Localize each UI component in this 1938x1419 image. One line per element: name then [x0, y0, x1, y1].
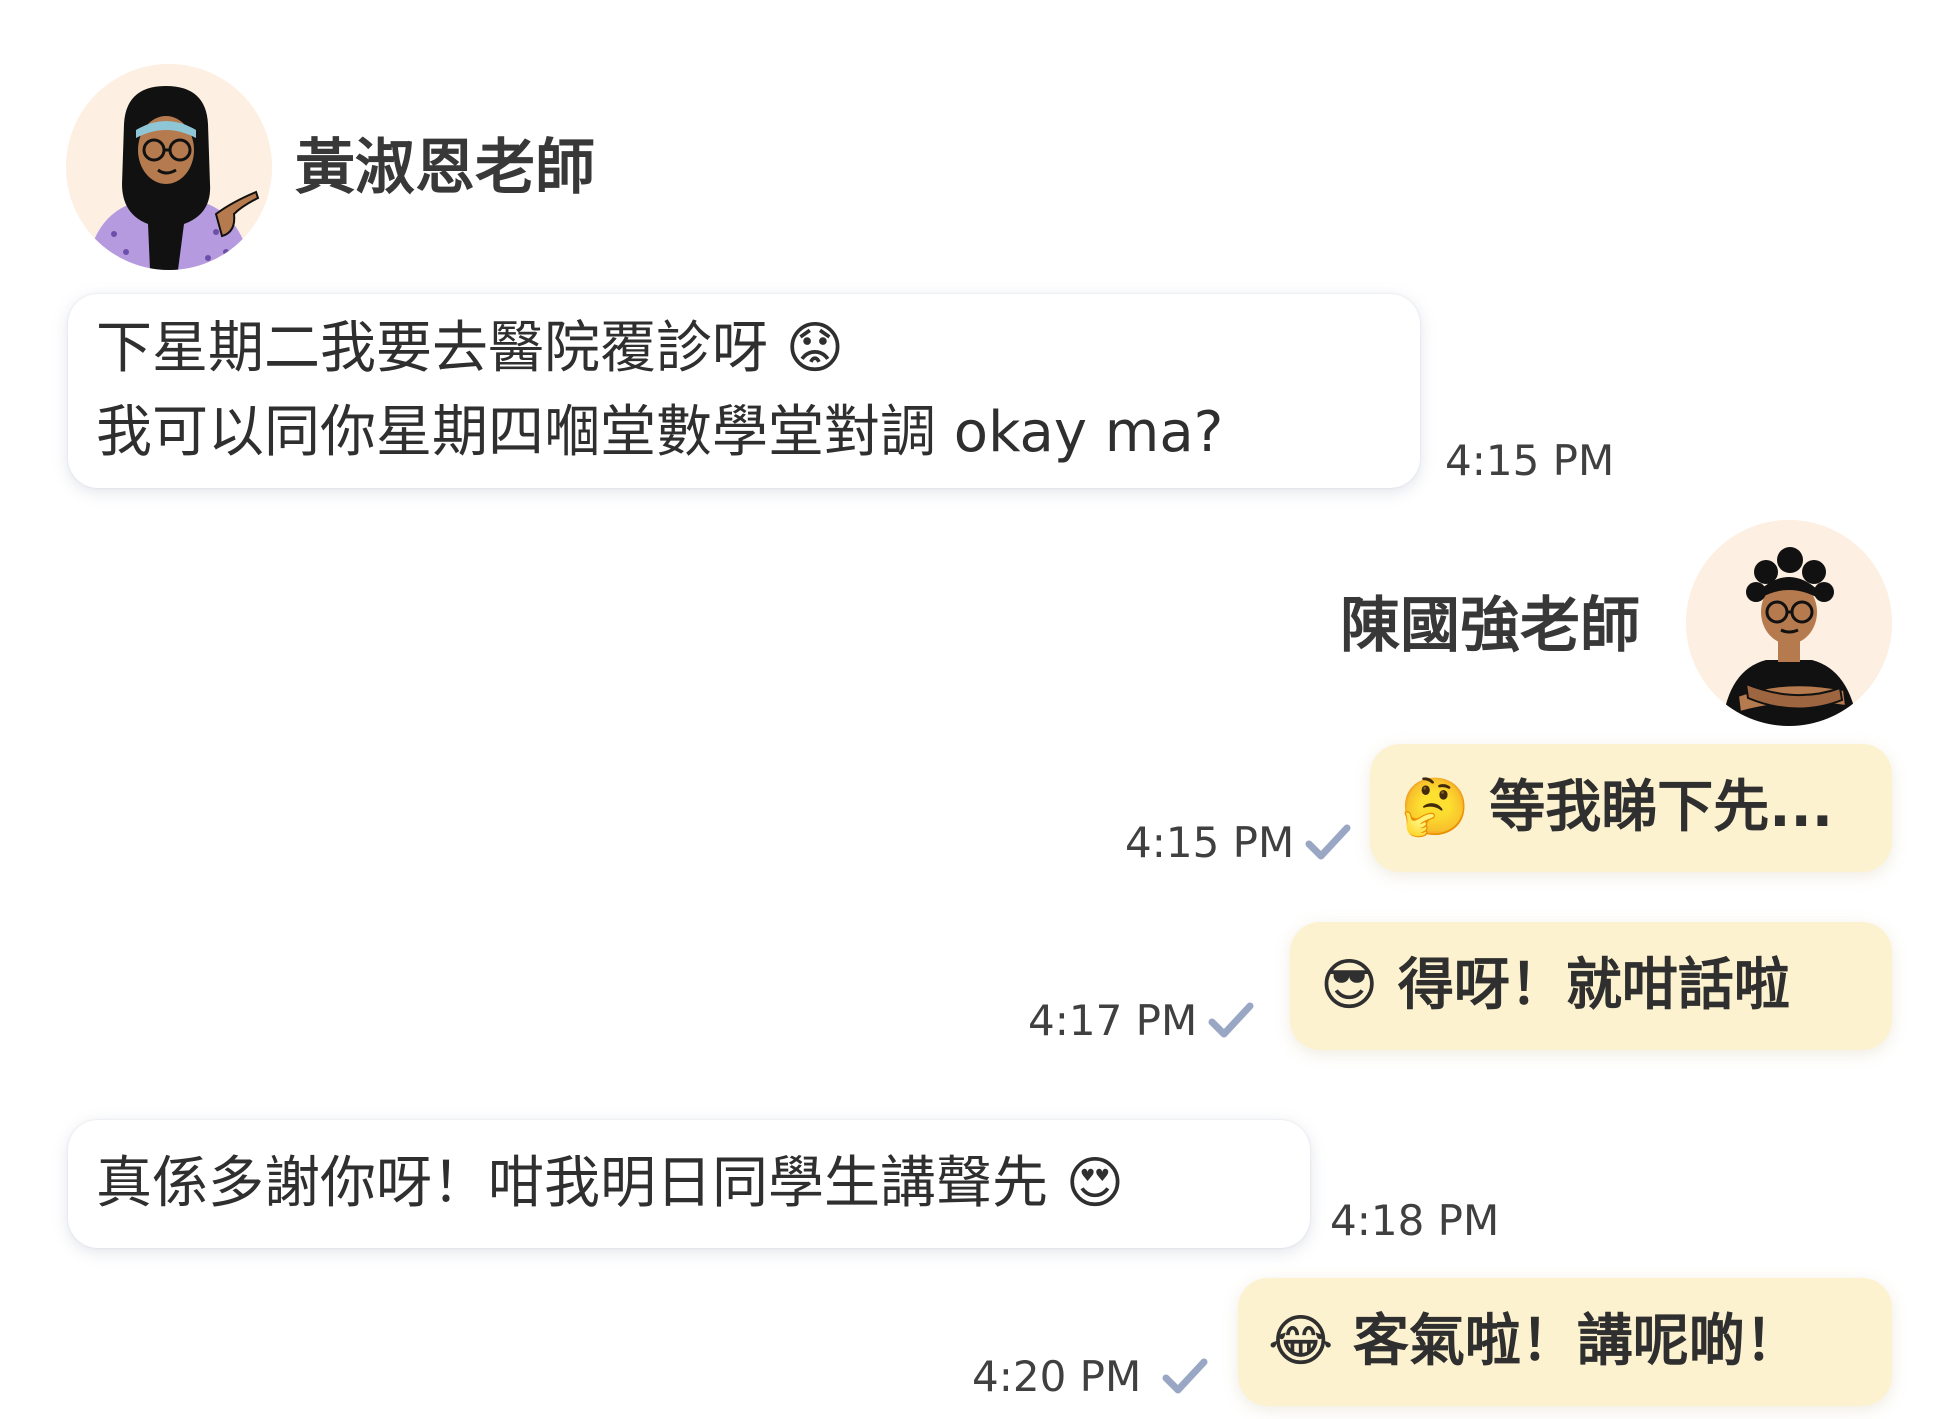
sent-check-icon	[1305, 822, 1351, 862]
outgoing-message-bubble[interactable]: 😂 客氣啦！講呢啲！	[1238, 1278, 1892, 1406]
incoming-message-bubble[interactable]: 下星期二我要去醫院覆診呀 😟 我可以同你星期四嗰堂數學堂對調 okay ma?	[68, 294, 1420, 488]
chat-conversation: 黃淑恩老師 下星期二我要去醫院覆診呀 😟 我可以同你星期四嗰堂數學堂對調 oka…	[0, 0, 1938, 1419]
message-timestamp: 4:15 PM	[1445, 436, 1615, 485]
sender-name-wong: 黃淑恩老師	[295, 133, 595, 203]
message-timestamp: 4:17 PM	[1028, 996, 1198, 1045]
incoming-message-bubble[interactable]: 真係多謝你呀！咁我明日同學生講聲先 😍	[68, 1120, 1310, 1248]
message-timestamp: 4:20 PM	[972, 1352, 1142, 1401]
sender-name-chan: 陳國強老師	[1340, 591, 1640, 661]
message-text: 🤔 等我睇下先...	[1400, 775, 1834, 840]
sent-check-icon	[1208, 1000, 1254, 1040]
outgoing-message-bubble[interactable]: 😎 得呀！就咁話啦	[1290, 922, 1892, 1050]
man-arms-crossed-avatar-icon[interactable]	[1686, 520, 1892, 726]
sent-check-icon	[1162, 1356, 1208, 1396]
woman-hijab-pointing-avatar-icon[interactable]	[66, 64, 272, 270]
message-text-line: 我可以同你星期四嗰堂數學堂對調 okay ma?	[96, 400, 1224, 465]
message-text-line: 下星期二我要去醫院覆診呀 😟	[96, 316, 845, 381]
message-text: 😎 得呀！就咁話啦	[1320, 953, 1790, 1018]
message-timestamp: 4:18 PM	[1330, 1196, 1500, 1245]
message-text: 😂 客氣啦！講呢啲！	[1268, 1309, 1801, 1374]
message-timestamp: 4:15 PM	[1125, 818, 1295, 867]
message-text: 真係多謝你呀！咁我明日同學生講聲先 😍	[96, 1151, 1125, 1216]
outgoing-message-bubble[interactable]: 🤔 等我睇下先...	[1370, 744, 1892, 872]
